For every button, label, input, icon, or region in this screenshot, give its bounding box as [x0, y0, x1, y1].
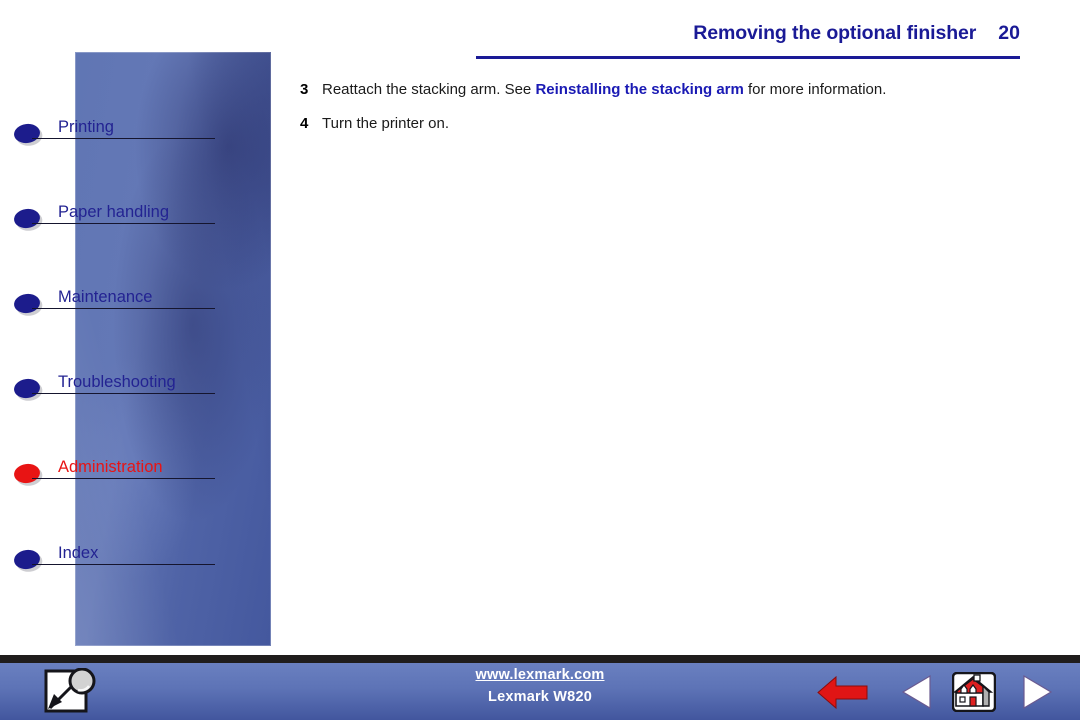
bullet-icon: [12, 122, 42, 145]
home-house-icon[interactable]: [951, 671, 997, 713]
back-arrow-icon[interactable]: [816, 673, 868, 711]
nav-underline: [32, 393, 215, 394]
sidebar-item-label: Index: [58, 544, 99, 562]
footer-branding: www.lexmark.com Lexmark W820: [390, 667, 690, 705]
step-text-after: for more information.: [743, 81, 887, 98]
bullet-icon: [12, 462, 42, 485]
sidebar-item-paper-handling[interactable]: Paper handling: [10, 197, 280, 235]
step-number: 3: [300, 81, 309, 98]
nav-underline: [32, 223, 215, 224]
list-item: 4 Turn the printer on.: [300, 114, 1040, 134]
next-triangle-icon[interactable]: [1020, 674, 1054, 710]
page-number: 20: [998, 22, 1020, 44]
step-text: Reattach the stacking arm. See Reinstall…: [322, 80, 1040, 100]
header-divider: [476, 56, 1020, 59]
bullet-icon: [12, 207, 42, 230]
page-header: Removing the optional finisher 20: [476, 22, 1020, 62]
header-title-row: Removing the optional finisher 20: [476, 22, 1020, 50]
sidebar-item-printing[interactable]: Printing: [10, 112, 280, 150]
sidebar-item-label: Administration: [58, 458, 163, 476]
footer-top-divider: [0, 655, 1080, 663]
bullet-icon: [12, 548, 42, 571]
nav-underline: [32, 564, 215, 565]
lexmark-website-link[interactable]: www.lexmark.com: [390, 667, 690, 683]
document-page: Removing the optional finisher 20 Printi…: [0, 0, 1080, 720]
step-text: Turn the printer on.: [322, 114, 450, 132]
step-number: 4: [300, 114, 309, 132]
nav-underline: [32, 308, 215, 309]
search-icon[interactable]: [42, 667, 98, 716]
sidebar-item-label: Troubleshooting: [58, 373, 176, 391]
nav-underline: [32, 138, 215, 139]
page-title: Removing the optional finisher: [693, 22, 977, 44]
sidebar-item-troubleshooting[interactable]: Troubleshooting: [10, 367, 280, 405]
bullet-icon: [12, 292, 42, 315]
previous-triangle-icon[interactable]: [900, 674, 934, 710]
nav-underline: [32, 478, 215, 479]
product-name: Lexmark W820: [488, 689, 592, 705]
sidebar-item-administration[interactable]: Administration: [10, 452, 280, 490]
main-content: 3 Reattach the stacking arm. See Reinsta…: [300, 80, 1040, 147]
sidebar-item-maintenance[interactable]: Maintenance: [10, 282, 280, 320]
step-text-before: Reattach the stacking arm. See: [322, 81, 536, 98]
bullet-icon: [12, 377, 42, 400]
sidebar-item-index[interactable]: Index: [10, 538, 280, 576]
sidebar-navigation: Printing Paper handling Maintenance Trou…: [0, 50, 290, 650]
cross-reference-link[interactable]: Reinstalling the stacking arm: [535, 81, 743, 98]
sidebar-item-label: Printing: [58, 118, 114, 136]
sidebar-item-label: Maintenance: [58, 288, 153, 306]
sidebar-item-label: Paper handling: [58, 203, 170, 221]
list-item: 3 Reattach the stacking arm. See Reinsta…: [300, 80, 1040, 100]
